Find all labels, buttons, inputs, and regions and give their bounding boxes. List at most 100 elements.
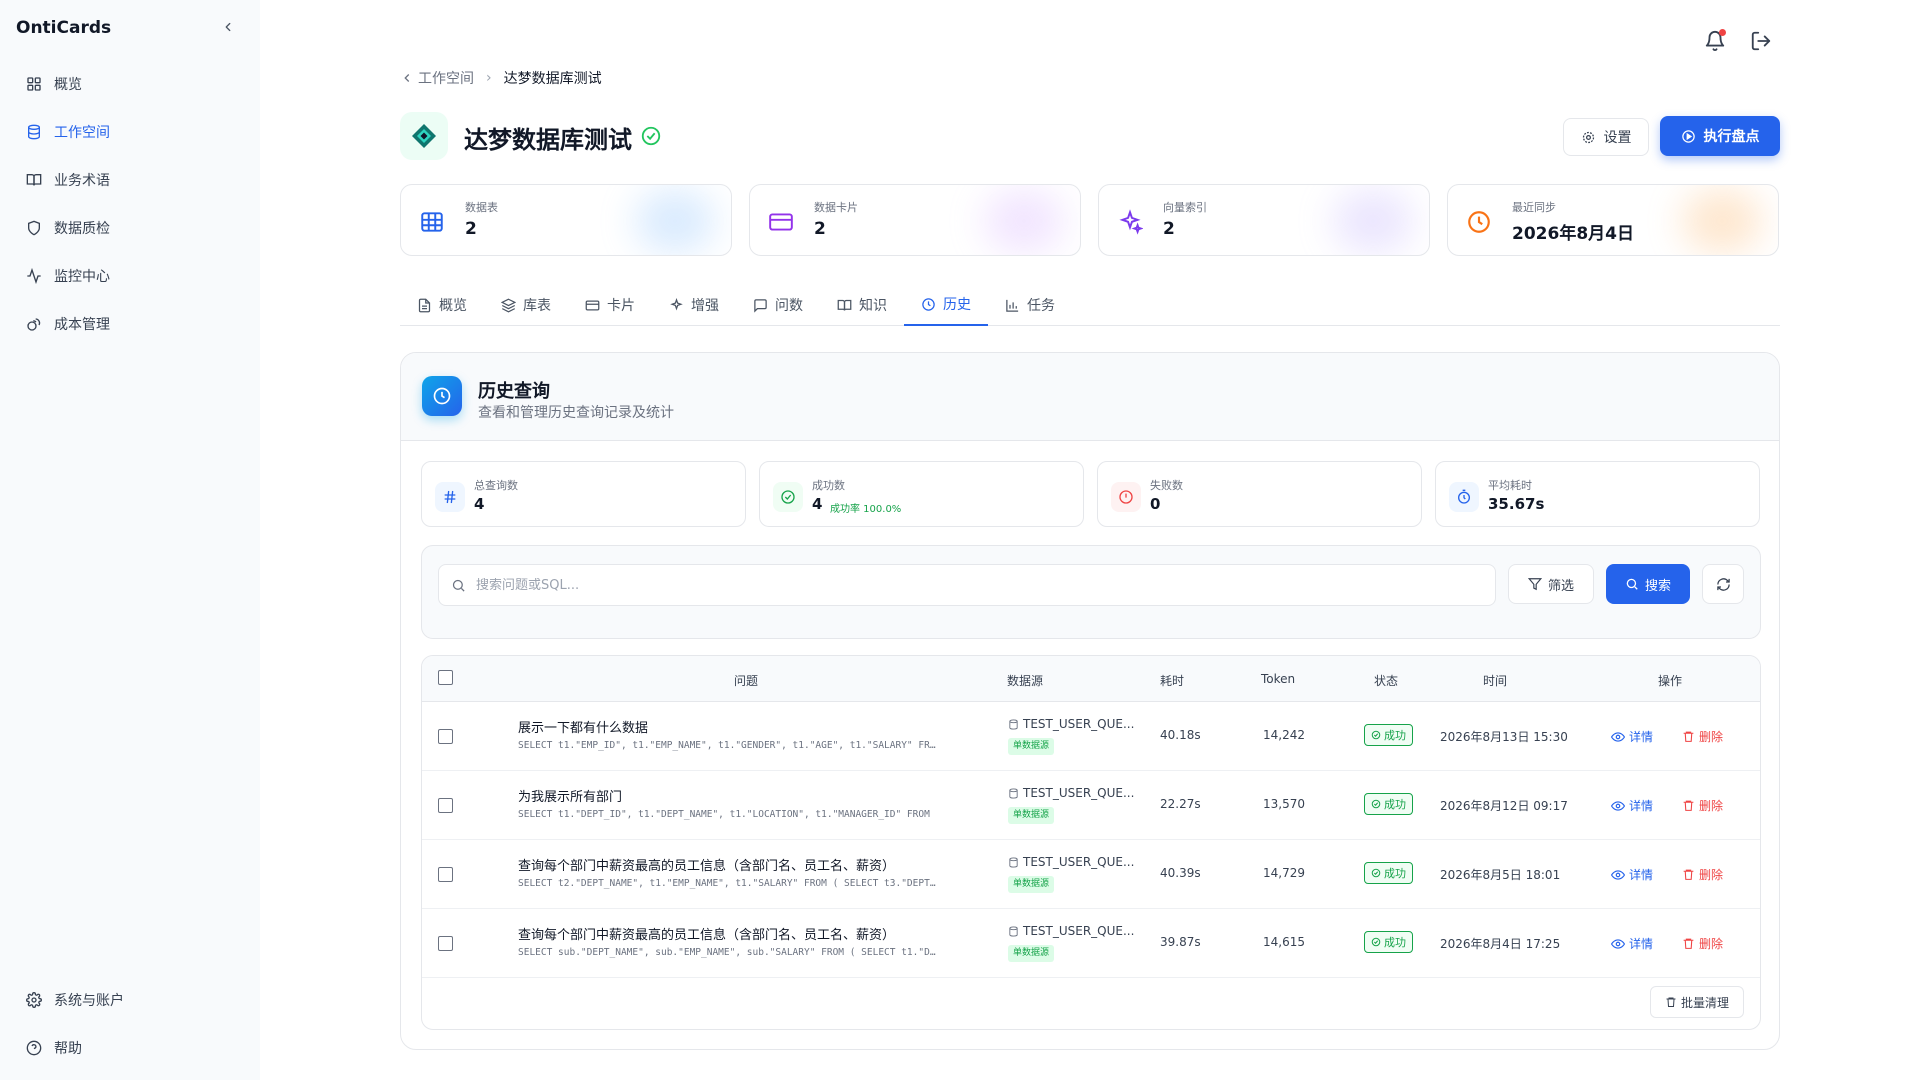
search-input[interactable] [476,577,1456,593]
kpi-label: 向量索引 [1163,201,1207,214]
refresh-button[interactable] [1702,564,1744,604]
kpi-card-cards: 数据卡片 2 [749,184,1081,256]
tab-overview[interactable]: 概览 [400,284,484,326]
kpi-card-tables: 数据表 2 [400,184,732,256]
tab-tables[interactable]: 库表 [484,284,568,326]
delete-button[interactable]: 删除 [1682,728,1723,745]
tab-label: 知识 [859,298,887,314]
row-question[interactable]: 展示一下都有什么数据 [518,717,648,736]
sidebar-item-quality[interactable]: 数据质检 [14,208,246,248]
tab-cards[interactable]: 卡片 [568,284,652,326]
kpi-value: 2 [814,219,826,239]
filter-button-label: 筛选 [1547,578,1574,594]
settings-button[interactable]: 设置 [1563,118,1649,156]
play-circle-icon [1681,129,1695,143]
kpi-label: 数据表 [465,201,498,214]
notifications-button[interactable] [1704,29,1726,52]
kpi-value: 2 [1163,219,1175,239]
detail-label: 详情 [1629,937,1654,951]
filter-button[interactable]: 筛选 [1508,564,1594,604]
sidebar-item-system[interactable]: 系统与账户 [14,980,246,1020]
status-badge: 成功 [1364,862,1413,884]
history-panel: 历史查询 查看和管理历史查询记录及统计 总查询数 4 成功数 4 成功率 100… [400,352,1780,1050]
sidebar-item-help[interactable]: 帮助 [14,1028,246,1068]
search-button[interactable]: 搜索 [1606,564,1690,604]
database-icon [28,124,40,140]
delete-label: 删除 [1699,799,1724,813]
row-checkbox[interactable] [438,936,453,951]
tab-tasks[interactable]: 任务 [988,284,1072,326]
row-sql: SELECT t1."DEPT_ID", t1."DEPT_NAME", t1.… [518,809,930,820]
row-checkbox[interactable] [438,798,453,813]
row-question[interactable]: 为我展示所有部门 [518,786,622,805]
detail-button[interactable]: 详情 [1611,866,1653,883]
row-checkbox[interactable] [438,729,453,744]
search-field[interactable] [438,564,1496,606]
row-duration: 40.39s [1160,866,1201,880]
database-icon [1009,925,1018,937]
database-icon [1009,718,1018,730]
delete-button[interactable]: 删除 [1682,866,1723,883]
page-header: 达梦数据库测试 设置 执行盘点 [400,112,1780,160]
detail-button[interactable]: 详情 [1611,728,1653,745]
datasource-tag: 单数据源 [1008,876,1055,893]
stat-label: 成功数 [812,479,845,492]
kpi-card-vectors: 向量索引 2 [1098,184,1430,256]
tab-label: 卡片 [607,298,635,314]
detail-button[interactable]: 详情 [1611,935,1653,952]
search-button-label: 搜索 [1644,578,1671,594]
sidebar-item-glossary[interactable]: 业务术语 [14,160,246,200]
row-question[interactable]: 查询每个部门中薪资最高的员工信息（含部门名、员工名、薪资） [518,924,895,943]
check-circle-icon [773,482,803,512]
brand-logo[interactable]: OntiCards [16,18,111,38]
logout-button[interactable] [1750,30,1772,52]
delete-label: 删除 [1699,868,1724,882]
tab-enhance[interactable]: 增强 [652,284,736,326]
success-rate: 成功率 100.0% [830,504,902,515]
sidebar-item-overview[interactable]: 概览 [14,64,246,104]
sparkles-icon [670,297,683,311]
breadcrumb-parent-label: 工作空间 [418,71,474,87]
kpi-cards: 数据表 2 数据卡片 2 向量索引 2 最近同步 2026年8月4日 [400,184,1780,256]
tab-history[interactable]: 历史 [904,284,988,326]
sidebar-item-cost[interactable]: 成本管理 [14,304,246,344]
tab-knowledge[interactable]: 知识 [820,284,904,326]
breadcrumb-parent[interactable]: 工作空间 [400,68,474,88]
sidebar-item-label: 成本管理 [54,317,110,333]
run-inventory-button[interactable]: 执行盘点 [1660,116,1780,156]
refresh-icon [1716,577,1730,591]
status-label: 成功 [1384,798,1406,811]
status-label: 成功 [1384,867,1406,880]
row-duration: 40.18s [1160,728,1201,742]
detail-label: 详情 [1629,799,1654,813]
diamond-logo-icon [412,124,436,148]
sparkles-icon [1119,209,1143,235]
column-header-actions: 操作 [1658,674,1683,688]
panel-header: 历史查询 查看和管理历史查询记录及统计 [401,353,1779,441]
select-all-checkbox[interactable] [438,670,453,685]
row-question[interactable]: 查询每个部门中薪资最高的员工信息（含部门名、员工名、薪资） [518,855,895,874]
row-tokens: 14,615 [1263,935,1305,949]
delete-button[interactable]: 删除 [1682,935,1723,952]
stat-value: 35.67s [1488,495,1545,513]
detail-button[interactable]: 详情 [1611,797,1653,814]
sidebar-item-workspace[interactable]: 工作空间 [14,112,246,152]
verified-check-icon [641,126,661,146]
tab-ask[interactable]: 问数 [736,284,820,326]
delete-button[interactable]: 删除 [1682,797,1723,814]
column-header-status: 状态 [1374,674,1399,688]
help-icon [26,1040,42,1056]
table-row: 查询每个部门中薪资最高的员工信息（含部门名、员工名、薪资） SELECT sub… [422,909,1760,978]
bulk-clear-button[interactable]: 批量清理 [1650,986,1744,1018]
row-checkbox[interactable] [438,867,453,882]
chat-icon [754,298,767,313]
sidebar-bottom-nav: 系统与账户 帮助 [14,980,246,1076]
datasource-tag: 单数据源 [1008,945,1055,962]
chevron-left-icon [225,22,231,32]
clock-icon [922,297,935,311]
notification-dot [1719,29,1726,36]
collapse-sidebar-button[interactable] [220,20,236,36]
sidebar-item-label: 帮助 [54,1041,82,1057]
sidebar-item-monitor[interactable]: 监控中心 [14,256,246,296]
credit-card-icon [769,213,793,231]
